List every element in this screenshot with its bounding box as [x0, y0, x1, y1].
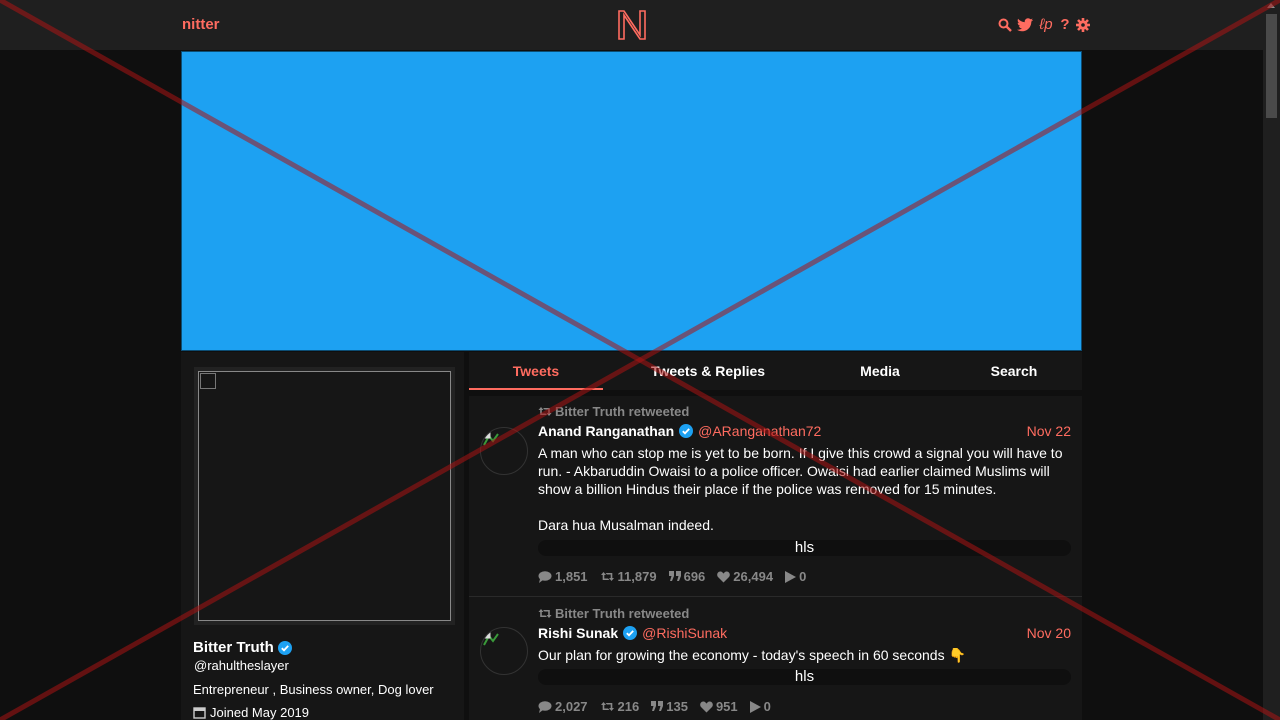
like-stat[interactable]: 26,494: [717, 569, 773, 584]
reply-count: 2,027: [555, 699, 588, 714]
tweet-item[interactable]: Bitter Truth retweeted Rishi Sunak @Rish…: [469, 598, 1082, 720]
brand-link[interactable]: nitter: [182, 16, 220, 33]
tweet-video[interactable]: hls: [538, 540, 1071, 556]
retweet-icon: [538, 609, 552, 618]
tweet-stats: 1,851 11,879 696 26,494 0: [538, 569, 806, 584]
broken-image-icon: [483, 632, 499, 646]
profile-joined: Joined May 2019: [193, 705, 309, 720]
retweet-header: Bitter Truth retweeted: [538, 606, 689, 621]
profile-handle[interactable]: @rahultheslayer: [194, 658, 289, 673]
verified-badge-icon: [277, 640, 292, 655]
scroll-up-arrow-icon[interactable]: [1267, 3, 1275, 8]
retweet-label: Bitter Truth retweeted: [555, 404, 690, 419]
tweet-username[interactable]: @ARanganathan72: [698, 423, 821, 439]
tab-tweets[interactable]: Tweets: [469, 352, 603, 390]
verified-badge-icon: [623, 626, 638, 640]
quote-icon: [651, 701, 664, 711]
tweet-text: Our plan for growing the economy - today…: [538, 647, 966, 663]
timeline-tabs: Tweets Tweets & Replies Media Search: [469, 352, 1082, 390]
scroll-thumb[interactable]: [1266, 14, 1277, 118]
retweet-icon: [538, 407, 552, 416]
tweet-header: Rishi Sunak @RishiSunak: [538, 625, 727, 641]
like-count: 26,494: [733, 569, 774, 584]
view-count: 0: [763, 699, 771, 714]
play-icon: [785, 570, 797, 583]
play-icon: [749, 700, 761, 713]
like-stat[interactable]: 951: [700, 699, 738, 714]
tweet-video[interactable]: hls: [538, 669, 1071, 685]
avatar[interactable]: [198, 371, 451, 621]
quote-count: 135: [666, 699, 688, 714]
profile-bio: Entrepreneur , Business owner, Dog lover: [193, 682, 434, 697]
reply-icon: [538, 700, 552, 713]
retweet-icon: [600, 702, 614, 711]
tweet-date[interactable]: Nov 20: [1027, 625, 1071, 641]
view-count: 0: [799, 569, 807, 584]
retweet-count: 11,879: [617, 569, 657, 584]
page-scrollbar[interactable]: [1263, 0, 1280, 720]
lp-icon[interactable]: ℓp: [1038, 17, 1054, 33]
tab-search[interactable]: Search: [947, 352, 1081, 390]
tweet-avatar[interactable]: [480, 427, 528, 475]
quote-stat[interactable]: 696: [668, 569, 706, 584]
view-stat[interactable]: 0: [785, 569, 806, 584]
profile-banner[interactable]: [181, 51, 1082, 351]
quote-stat[interactable]: 135: [651, 699, 688, 714]
like-count: 951: [715, 699, 738, 714]
heart-icon: [700, 700, 713, 712]
gear-icon[interactable]: [1076, 17, 1090, 33]
tweet-avatar[interactable]: [480, 627, 528, 675]
retweet-count: 216: [617, 699, 640, 714]
tab-tweets-replies[interactable]: Tweets & Replies: [617, 352, 799, 390]
tweet-item[interactable]: Bitter Truth retweeted Anand Ranganathan…: [469, 396, 1082, 597]
reply-icon: [538, 570, 552, 583]
joined-date: Joined May 2019: [210, 705, 310, 720]
heart-icon: [717, 570, 731, 582]
profile-name-row: Bitter Truth: [193, 639, 292, 656]
profile-name[interactable]: Bitter Truth: [193, 639, 274, 656]
quote-icon: [668, 571, 681, 581]
tab-media[interactable]: Media: [813, 352, 947, 390]
twitter-bird-icon[interactable]: [1016, 17, 1034, 33]
broken-image-icon: [200, 373, 216, 389]
broken-image-icon: [483, 432, 499, 446]
nitter-logo-icon[interactable]: [616, 8, 648, 42]
tweet-fullname[interactable]: Rishi Sunak: [538, 625, 618, 641]
nav-icons: ℓp ?: [998, 16, 1090, 34]
reply-count: 1,851: [555, 569, 588, 584]
retweet-stat[interactable]: 11,879: [600, 569, 657, 584]
timeline: Bitter Truth retweeted Anand Ranganathan…: [469, 396, 1082, 720]
search-icon[interactable]: [998, 17, 1012, 33]
profile-avatar-frame: [194, 367, 455, 625]
retweet-stat[interactable]: 216: [600, 699, 640, 714]
tweet-date[interactable]: Nov 22: [1027, 423, 1071, 439]
tweet-text: A man who can stop me is yet to be born.…: [538, 445, 1063, 533]
tweet-header: Anand Ranganathan @ARanganathan72: [538, 423, 821, 439]
view-stat[interactable]: 0: [749, 699, 771, 714]
reply-stat[interactable]: 1,851: [538, 569, 588, 584]
profile-card: Bitter Truth @rahultheslayer Entrepreneu…: [181, 352, 464, 720]
reply-stat[interactable]: 2,027: [538, 699, 588, 714]
tweet-fullname[interactable]: Anand Ranganathan: [538, 423, 674, 439]
verified-badge-icon: [679, 424, 694, 438]
help-icon[interactable]: ?: [1058, 17, 1072, 33]
quote-count: 696: [683, 569, 706, 584]
tweet-stats: 2,027 216 135 951 0: [538, 699, 771, 714]
retweet-header: Bitter Truth retweeted: [538, 404, 689, 419]
top-navbar: nitter ℓp ?: [0, 0, 1263, 50]
tweet-username[interactable]: @RishiSunak: [642, 625, 727, 641]
calendar-icon: [193, 707, 206, 719]
retweet-icon: [600, 572, 614, 581]
retweet-label: Bitter Truth retweeted: [555, 606, 690, 621]
